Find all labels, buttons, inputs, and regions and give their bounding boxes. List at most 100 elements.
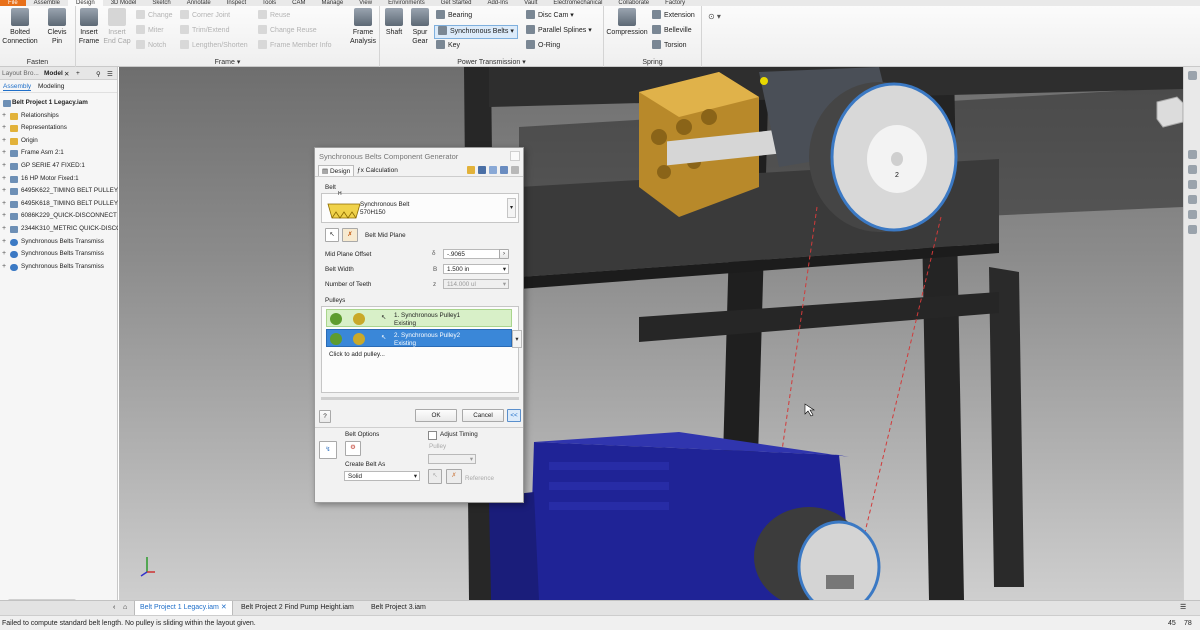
zoom-icon[interactable] — [1187, 180, 1197, 189]
expand-icon[interactable]: + — [2, 147, 6, 160]
disc-cam-button[interactable]: Disc Cam ▾ — [526, 10, 574, 22]
compression-spring-button[interactable]: Compression — [605, 8, 649, 37]
graphics-viewport[interactable]: 2 — [119, 67, 1183, 600]
parallel-splines-button[interactable]: Parallel Splines ▾ — [526, 25, 592, 37]
pick-pulley-button[interactable]: ↖ — [428, 469, 442, 484]
home-icon[interactable]: ⌂ — [118, 601, 132, 615]
frame-analysis-button[interactable]: Frame Analysis — [348, 8, 378, 46]
layout-browser-tab[interactable]: Layout Bro... — [2, 70, 39, 77]
miter-button[interactable]: Miter — [136, 25, 164, 37]
notch-button[interactable]: Notch — [136, 40, 166, 52]
belleville-spring-button[interactable]: Belleville — [652, 25, 692, 37]
tree-node[interactable]: +2344K310_METRIC QUICK-DISCO — [0, 223, 118, 236]
collapse-button[interactable]: << — [507, 409, 521, 422]
frame-panel-title[interactable]: Frame ▾ — [76, 58, 379, 66]
doc-tab-2[interactable]: Belt Project 2 Find Pump Height.iam — [236, 601, 359, 615]
lengthen-shorten-button[interactable]: Lengthen/Shorten — [180, 40, 248, 52]
tree-node[interactable]: +6495K622_TIMING BELT PULLEY: — [0, 185, 118, 198]
expand-icon[interactable]: + — [2, 135, 6, 148]
corner-joint-button[interactable]: Corner Joint — [180, 10, 230, 22]
expand-icon[interactable]: + — [2, 173, 6, 186]
expand-icon[interactable]: + — [2, 122, 6, 135]
chevron-down-icon[interactable]: ▾ — [507, 198, 516, 218]
open-folder-icon[interactable] — [467, 166, 475, 174]
expand-icon[interactable]: + — [2, 223, 6, 236]
pulley-row-2[interactable]: ↖ 2. Synchronous Pulley2 Existing ▾ — [326, 329, 522, 348]
design-guide-icon[interactable] — [489, 166, 497, 174]
pulley-select[interactable]: ▾ — [428, 454, 476, 464]
belt-width-field[interactable]: 1.500 in ▾ — [443, 264, 509, 274]
modeling-subtab[interactable]: Modeling — [38, 83, 64, 90]
change-reuse-button[interactable]: Change Reuse — [258, 25, 317, 37]
doc-tab-3[interactable]: Belt Project 3.iam — [366, 601, 431, 615]
menu-icon[interactable]: ☰ — [107, 70, 113, 78]
expand-icon[interactable]: + — [2, 248, 6, 261]
add-pulley-link[interactable]: Click to add pulley... — [329, 351, 385, 358]
number-of-teeth-field[interactable]: 114.000 ul ▾ — [443, 279, 509, 289]
pan-icon[interactable] — [1187, 165, 1197, 174]
cancel-button[interactable]: Cancel — [462, 409, 504, 422]
tabs-menu-icon[interactable]: ☰ — [1175, 601, 1191, 615]
reuse-button[interactable]: Reuse — [258, 10, 290, 22]
shaft-button[interactable]: Shaft — [383, 8, 405, 37]
tree-node[interactable]: + Relationships — [0, 110, 118, 123]
extension-spring-button[interactable]: Extension — [652, 10, 695, 22]
close-icon[interactable] — [1187, 71, 1197, 80]
close-icon[interactable]: ✕ — [64, 70, 69, 78]
belt-type-selector[interactable]: H Synchronous Belt 570H150 ▾ — [321, 191, 519, 223]
chevron-right-icon[interactable]: › — [499, 249, 509, 259]
tree-node[interactable]: +6086K229_QUICK-DISCONNECT B — [0, 210, 118, 223]
flip-direction-button[interactable]: ✗ — [342, 228, 358, 242]
clevis-pin-button[interactable]: Clevis Pin — [43, 8, 71, 46]
tree-node[interactable]: +6495K618_TIMING BELT PULLEY: — [0, 198, 118, 211]
tree-node[interactable]: + Representations — [0, 122, 118, 135]
frame-member-info-button[interactable]: Frame Member Info — [258, 40, 331, 52]
look-at-icon[interactable] — [1187, 210, 1197, 219]
dialog-scrollbar[interactable] — [321, 397, 519, 400]
tab-design[interactable]: ▤ Design — [318, 165, 355, 176]
expand-icon[interactable]: + — [2, 198, 6, 211]
tree-node[interactable]: + Frame Asm 2:1 — [0, 147, 118, 160]
pulley-row-1[interactable]: ↖ 1. Synchronous Pulley1 Existing — [326, 309, 512, 327]
change-button[interactable]: Change — [136, 10, 173, 22]
trim-extend-button[interactable]: Trim/Extend — [180, 25, 229, 37]
flip-reference-button[interactable]: ✗ — [446, 469, 462, 484]
belt-direction-button[interactable]: ↯ — [319, 441, 337, 459]
search-icon[interactable]: ⚲ — [96, 70, 101, 78]
expand-icon[interactable]: + — [2, 210, 6, 223]
insert-frame-button[interactable]: Insert Frame — [78, 8, 100, 46]
bolted-connection-button[interactable]: Bolted Connection — [2, 8, 38, 46]
doc-tab-1[interactable]: Belt Project 1 Legacy.iam ✕ — [134, 601, 233, 615]
tree-node[interactable]: +16 HP Motor Fixed:1 — [0, 173, 118, 186]
help-button[interactable]: ? — [319, 410, 331, 423]
tab-calculation[interactable]: ƒx Calculation — [357, 167, 398, 174]
spur-gear-button[interactable]: Spur Gear — [408, 8, 432, 46]
orbit-icon[interactable] — [1187, 195, 1197, 204]
o-ring-button[interactable]: O-Ring — [526, 40, 560, 52]
tree-node[interactable]: + Synchronous Belts Transmiss — [0, 236, 118, 249]
view-cube[interactable] — [1156, 96, 1183, 128]
model-tab[interactable]: Model — [44, 70, 63, 77]
adjust-timing-checkbox[interactable] — [428, 431, 437, 440]
chevron-down-icon[interactable]: ▾ — [512, 330, 522, 348]
belt-options-button[interactable]: ⚙ — [345, 441, 361, 456]
expand-icon[interactable]: + — [2, 160, 6, 173]
mid-plane-offset-field[interactable]: -.9065 — [443, 249, 507, 259]
close-icon[interactable]: ✕ — [221, 604, 227, 611]
assembly-subtab[interactable]: Assembly — [3, 83, 32, 91]
tree-node[interactable]: + GP SERIE 47 FIXED:1 — [0, 160, 118, 173]
expand-icon[interactable]: + — [2, 236, 6, 249]
close-icon[interactable] — [510, 151, 520, 161]
calculation-icon[interactable] — [500, 166, 508, 174]
insert-end-cap-button[interactable]: Insert End Cap — [102, 8, 132, 46]
synchronous-belts-button[interactable]: Synchronous Belts ▾ — [434, 25, 518, 39]
add-tab-icon[interactable]: + — [76, 70, 80, 77]
panel-options-icon[interactable]: ⊙ ▾ — [708, 12, 721, 21]
select-plane-button[interactable]: ↖ — [325, 228, 339, 242]
preferences-icon[interactable] — [511, 166, 519, 174]
ok-button[interactable]: OK — [415, 409, 457, 422]
expand-icon[interactable]: + — [2, 261, 6, 274]
tree-root[interactable]: Belt Project 1 Legacy.iam — [0, 97, 118, 110]
create-belt-as-select[interactable]: Solid ▾ — [344, 471, 420, 481]
tree-node[interactable]: + Synchronous Belts Transmiss — [0, 261, 118, 274]
